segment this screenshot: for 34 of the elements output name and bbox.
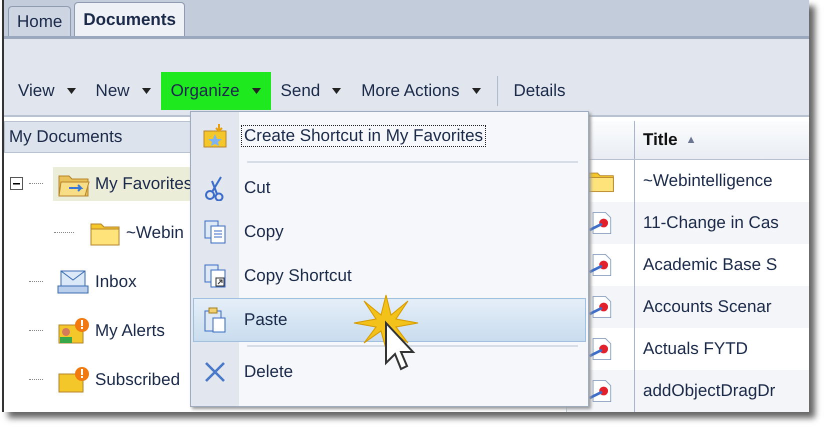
tree-item[interactable]: ~Webin [84, 216, 188, 250]
favorites-folder-icon [202, 123, 228, 149]
menu-button[interactable]: Organize [160, 72, 271, 110]
table-cell-text: Academic Base S [642, 255, 778, 275]
tab[interactable]: Home [8, 6, 72, 36]
menu-item[interactable]: Paste [193, 298, 586, 342]
tree-item[interactable]: Subscribed [53, 362, 184, 396]
table-cell-text: Accounts Scenar [642, 297, 772, 317]
alert-folder-icon [57, 316, 91, 344]
caret-icon [472, 88, 481, 94]
copy-shortcut-icon [202, 263, 228, 289]
menu-button[interactable]: New [86, 72, 161, 110]
menu-button[interactable]: More Actions [351, 72, 491, 110]
alert-folder-icon [57, 366, 91, 394]
table-cell-text: 11-Change in Cas [642, 213, 779, 233]
table-cell-text: ~Webintelligence [642, 171, 773, 191]
menu-button[interactable]: View [8, 72, 86, 110]
table-cell-text: Actuals FYTD [642, 339, 748, 359]
paste-icon [202, 307, 228, 333]
table-cell-text: addObjectDragDr [642, 381, 776, 401]
envelope-icon [57, 268, 91, 296]
caret-icon [142, 88, 151, 94]
menu-item[interactable]: Copy [193, 210, 586, 254]
tree-item[interactable]: My Alerts [53, 314, 169, 348]
menu-button[interactable]: Send [270, 72, 352, 110]
menu-item[interactable]: Delete [193, 350, 586, 394]
tab[interactable]: Documents [74, 2, 185, 36]
copy-icon [202, 219, 228, 245]
tree-item[interactable]: Inbox [53, 264, 141, 298]
toolbar-button[interactable]: Details [504, 72, 576, 110]
menu-item[interactable]: Copy Shortcut [193, 254, 586, 298]
caret-icon [66, 88, 76, 94]
caret-icon [252, 88, 261, 94]
caret-icon [332, 88, 342, 94]
